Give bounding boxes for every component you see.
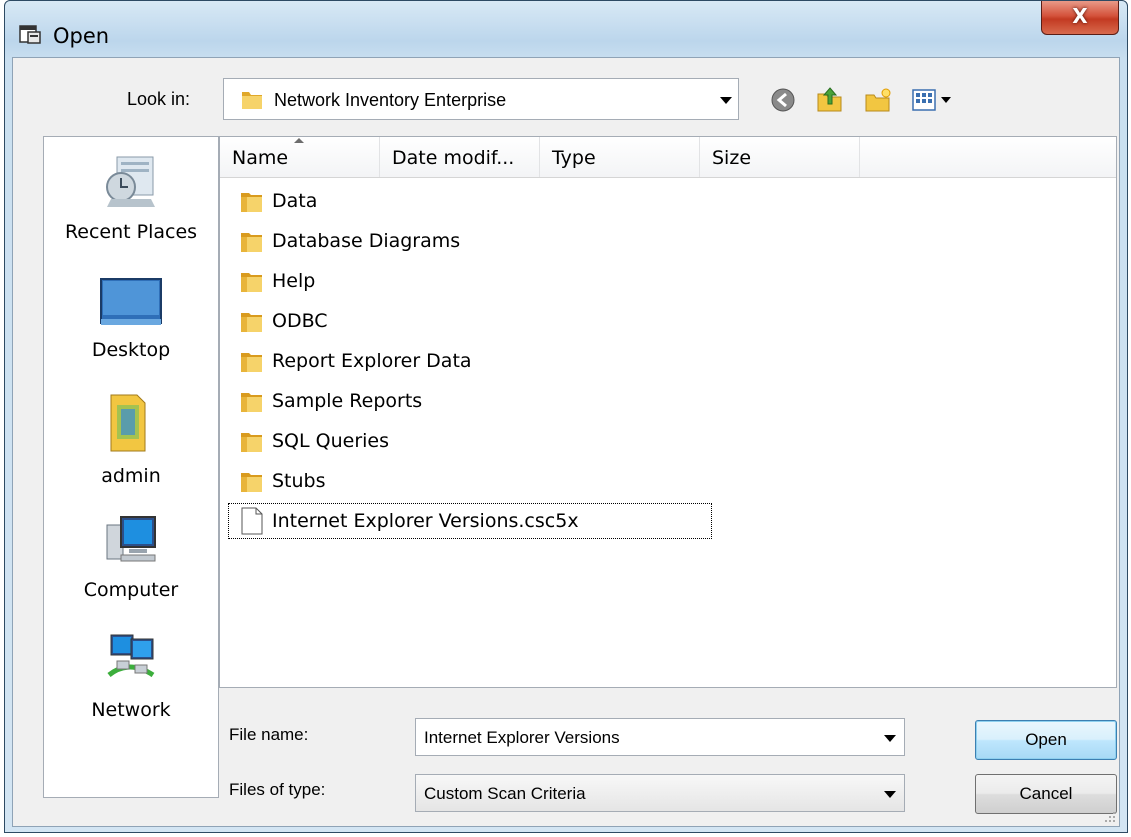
place-recent-places[interactable]: Recent Places	[44, 153, 218, 243]
folder-icon	[241, 273, 262, 292]
files-of-type-select[interactable]: Custom Scan Criteria	[415, 774, 905, 812]
close-button[interactable]: X	[1041, 1, 1119, 35]
place-computer[interactable]: Computer	[44, 509, 218, 601]
file-name: Report Explorer Data	[272, 350, 472, 372]
new-folder-icon[interactable]	[863, 86, 893, 114]
place-label: Recent Places	[64, 221, 198, 243]
file-name: ODBC	[272, 310, 328, 332]
cancel-button[interactable]: Cancel	[975, 774, 1117, 814]
places-bar: Recent Places Desktop admin Computer Net…	[43, 136, 219, 798]
file-icon	[241, 507, 263, 535]
place-network[interactable]: Network	[44, 631, 218, 721]
up-folder-icon[interactable]	[815, 86, 845, 114]
chevron-down-icon[interactable]	[720, 97, 732, 104]
column-name[interactable]: Name	[220, 137, 380, 177]
list-item[interactable]: ODBC	[220, 303, 1116, 341]
column-size[interactable]: Size	[700, 137, 860, 177]
open-dialog: Open X Look in: Network Inventory Enterp…	[4, 0, 1128, 833]
file-list[interactable]: Name Date modif... Type Size Data Databa…	[219, 136, 1117, 688]
file-name: Database Diagrams	[272, 230, 461, 252]
list-item-selected[interactable]: Internet Explorer Versions.csc5x	[220, 503, 1116, 541]
chevron-down-icon[interactable]	[884, 791, 896, 798]
column-header: Name Date modif... Type Size	[220, 137, 1116, 178]
folder-icon	[242, 92, 262, 109]
title-bar[interactable]: Open X	[5, 1, 1127, 57]
folder-icon	[241, 313, 262, 332]
file-name-input[interactable]: Internet Explorer Versions	[424, 728, 620, 748]
file-name: Sample Reports	[272, 390, 423, 412]
file-name-label: File name:	[229, 725, 309, 744]
list-item[interactable]: Data	[220, 183, 1116, 221]
folder-icon	[241, 233, 262, 252]
look-in-value: Network Inventory Enterprise	[274, 90, 507, 110]
column-type[interactable]: Type	[540, 137, 700, 177]
folder-icon	[241, 193, 262, 212]
place-label: Network	[91, 699, 171, 721]
folder-icon	[241, 433, 262, 452]
place-label: Computer	[83, 579, 179, 601]
file-name: Internet Explorer Versions.csc5x	[272, 510, 579, 532]
desktop-icon	[100, 278, 162, 325]
files-of-type-label: Files of type:	[229, 780, 326, 799]
files-of-type-value: Custom Scan Criteria	[424, 784, 586, 803]
window-title: Open	[53, 24, 110, 48]
list-item[interactable]: SQL Queries	[220, 423, 1116, 461]
chevron-down-icon[interactable]	[884, 735, 896, 742]
folder-icon	[241, 473, 262, 492]
look-in-label: Look in:	[127, 89, 191, 109]
place-label: Desktop	[91, 339, 171, 361]
file-name-combo[interactable]: Internet Explorer Versions	[415, 718, 905, 756]
computer-icon	[106, 516, 156, 562]
sort-ascending-icon	[294, 138, 304, 143]
recent-places-icon	[106, 156, 155, 207]
column-date-modified[interactable]: Date modif...	[380, 137, 540, 177]
folder-icon	[241, 353, 262, 372]
look-in-combo[interactable]: Network Inventory Enterprise	[223, 78, 739, 120]
file-name: Data	[272, 190, 318, 212]
place-label: admin	[101, 465, 161, 487]
place-admin[interactable]: admin	[44, 391, 218, 487]
file-name: Stubs	[272, 470, 326, 492]
back-icon[interactable]	[769, 86, 797, 114]
list-item[interactable]: Report Explorer Data	[220, 343, 1116, 381]
user-folder-icon	[110, 394, 146, 452]
folder-icon	[241, 393, 262, 412]
file-name: SQL Queries	[272, 430, 390, 452]
view-menu-icon[interactable]	[911, 86, 957, 114]
file-name: Help	[272, 270, 316, 292]
open-button[interactable]: Open	[975, 720, 1117, 760]
place-desktop[interactable]: Desktop	[44, 277, 218, 361]
list-item[interactable]: Stubs	[220, 463, 1116, 501]
open-dialog-icon	[19, 25, 41, 44]
network-icon	[107, 634, 155, 678]
list-item[interactable]: Database Diagrams	[220, 223, 1116, 261]
dialog-body: Look in: Network Inventory Enterprise Re…	[12, 57, 1120, 827]
list-item[interactable]: Sample Reports	[220, 383, 1116, 421]
resize-grip-icon[interactable]	[1104, 811, 1116, 823]
list-item[interactable]: Help	[220, 263, 1116, 301]
